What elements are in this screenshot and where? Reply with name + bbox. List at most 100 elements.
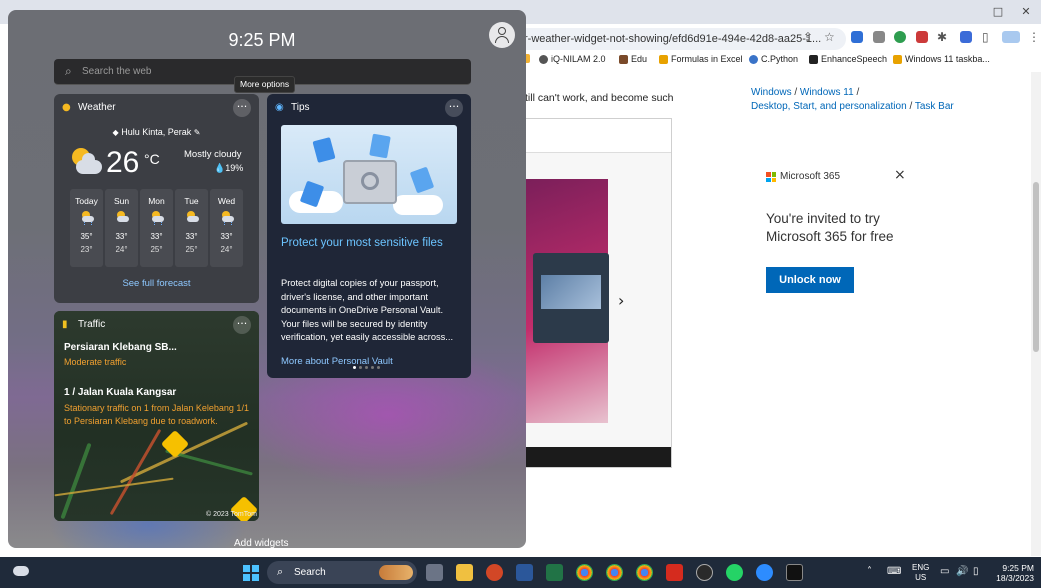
breadcrumb-link[interactable]: Task Bar — [915, 101, 954, 112]
add-widgets-button[interactable]: Add widgets — [234, 538, 288, 548]
extension-translate-icon[interactable] — [851, 31, 863, 43]
breadcrumb-link[interactable]: Windows — [751, 87, 792, 98]
keyboard-icon[interactable]: ⌨ — [887, 566, 901, 577]
forecast-day[interactable]: Mon 33° 25° — [140, 189, 173, 267]
microsoft-logo-icon — [766, 172, 776, 182]
raindrop-icon: 💧 — [214, 163, 226, 173]
page-scrollbar[interactable] — [1031, 72, 1041, 556]
extension-gear-icon[interactable] — [873, 31, 885, 43]
weather-location[interactable]: ◆ Hulu Kinta, Perak ✎ — [54, 127, 259, 137]
rain-cloud-icon — [150, 211, 164, 225]
microsoft-365-ad: Microsoft 365 × You're invited to try Mi… — [752, 160, 922, 300]
embedded-taskbar — [525, 447, 671, 467]
forecast-day[interactable]: Tue 33° 25° — [175, 189, 208, 267]
more-options-button[interactable]: ··· — [445, 99, 463, 117]
breadcrumb-link[interactable]: Windows 11 — [800, 87, 854, 98]
taskbar-clock[interactable]: 9:25 PM 18/3/2023 — [994, 563, 1034, 583]
chrome-icon[interactable] — [576, 564, 593, 581]
widgets-clock: 9:25 PM — [228, 30, 296, 50]
url-input[interactable]: r-weather-widget-not-showing/efd6d91e-49… — [516, 28, 846, 50]
bookmark-item[interactable]: iQ-NILAM 2.0 — [539, 54, 606, 64]
tips-body: Protect digital copies of your passport,… — [281, 278, 454, 342]
bookmark-item[interactable]: Windows 11 taskba... — [893, 54, 990, 64]
see-full-forecast-link[interactable]: See full forecast — [54, 278, 259, 289]
sidebar-icon[interactable]: ▯ — [982, 30, 989, 44]
temperature-unit[interactable]: °C — [144, 151, 160, 167]
volume-icon[interactable]: 🔊 — [956, 566, 968, 577]
person-icon — [498, 27, 506, 35]
scroll-thumb[interactable] — [1033, 182, 1039, 352]
bookmark-item[interactable]: Edu — [619, 54, 647, 64]
chevron-up-icon[interactable]: ˄ — [867, 566, 872, 577]
bookmark-icon — [809, 54, 818, 64]
forecast-day[interactable]: Today 35° 23° — [70, 189, 103, 267]
weather-widget[interactable]: ● Weather ··· ◆ Hulu Kinta, Perak ✎ 26 °… — [54, 94, 259, 303]
weather-app-icon: ● — [62, 102, 71, 113]
battery-icon[interactable]: ▯ — [973, 566, 979, 577]
star-icon[interactable]: ☆ — [824, 30, 835, 44]
bookmark-item[interactable]: C.Python — [749, 54, 798, 64]
terminal-icon[interactable] — [786, 564, 803, 581]
bookmark-item[interactable]: Formulas in Excel — [659, 54, 743, 64]
forecast-day[interactable]: Sun 33° 24° — [105, 189, 138, 267]
unlock-now-button[interactable]: Unlock now — [766, 267, 854, 293]
tips-title: Tips — [291, 102, 310, 113]
bookmark-item[interactable]: EnhanceSpeech — [809, 54, 887, 64]
search-icon: ⌕ — [65, 64, 72, 78]
restore-icon[interactable]: □ — [988, 4, 1008, 20]
word-icon[interactable] — [516, 564, 533, 581]
breadcrumb: Windows / Windows 11 / — [751, 87, 860, 98]
task-view-icon[interactable] — [426, 564, 443, 581]
taskbar-search-box[interactable]: ⌕ Search — [267, 561, 417, 584]
dell-icon[interactable] — [696, 564, 713, 581]
language-indicator[interactable]: ENG US — [912, 563, 929, 583]
extension-blue-icon[interactable] — [960, 31, 972, 43]
tips-headline[interactable]: Protect your most sensitive files — [281, 236, 457, 251]
more-options-button[interactable]: ··· — [233, 316, 251, 334]
tips-widget[interactable]: ◉ Tips ··· Protect your most sensitive f… — [267, 94, 471, 378]
traffic-incident-desc: Stationary traffic on 1 from Jalan Keleb… — [64, 403, 249, 426]
account-avatar-button[interactable] — [489, 22, 515, 48]
search-input[interactable]: Search the web — [82, 66, 152, 77]
profile-chip-icon[interactable] — [1002, 31, 1020, 43]
excel-icon[interactable] — [546, 564, 563, 581]
personal-vault-illustration — [281, 125, 457, 224]
globe-icon — [539, 54, 548, 64]
puzzle-icon[interactable]: ✱ — [937, 30, 947, 44]
powerpoint-icon[interactable] — [486, 564, 503, 581]
embedded-card — [533, 253, 609, 343]
search-icon: ⌕ — [277, 565, 284, 578]
start-button[interactable] — [243, 565, 259, 581]
network-icon[interactable]: ▭ — [940, 566, 949, 577]
close-icon[interactable]: × — [894, 167, 906, 183]
carousel-dots[interactable] — [353, 366, 380, 369]
extension-red-icon[interactable] — [916, 31, 928, 43]
whatsapp-icon[interactable] — [726, 564, 743, 581]
google-icon — [749, 54, 758, 64]
embedded-browser-header — [525, 119, 671, 153]
ad-headline: You're invited to try Microsoft 365 for … — [766, 211, 894, 244]
traffic-status: Moderate traffic — [64, 357, 127, 367]
embedded-card-image — [541, 275, 601, 309]
current-temperature: 26 — [106, 146, 140, 179]
acrobat-icon[interactable] — [666, 564, 683, 581]
file-explorer-icon[interactable] — [456, 564, 473, 581]
close-icon[interactable]: ✕ — [1016, 4, 1036, 20]
breadcrumb-link[interactable]: Desktop, Start, and personalization — [751, 101, 907, 112]
chrome-profile-icon[interactable] — [606, 564, 623, 581]
edit-pencil-icon[interactable]: ✎ — [191, 128, 201, 137]
zoom-icon[interactable] — [756, 564, 773, 581]
forecast-day[interactable]: Wed 33° 24° — [210, 189, 243, 267]
partly-cloudy-icon — [185, 211, 199, 223]
menu-dots-icon[interactable]: ⋮ — [1028, 30, 1040, 44]
traffic-incident-road: 1 / Jalan Kuala Kangsar — [64, 387, 177, 398]
taskbar-weather-icon[interactable] — [13, 564, 31, 580]
extension-shield-icon[interactable] — [894, 31, 906, 43]
traffic-widget[interactable]: ▮ Traffic ··· Persiaran Klebang SB... Mo… — [54, 311, 259, 521]
location-pin-icon: ◆ — [112, 128, 122, 137]
partly-cloudy-icon — [115, 211, 129, 223]
bookmark-icon — [619, 54, 628, 64]
chrome-profile-icon[interactable] — [636, 564, 653, 581]
more-options-button[interactable]: ··· — [233, 99, 251, 117]
share-icon[interactable]: ⇪ — [803, 30, 813, 44]
